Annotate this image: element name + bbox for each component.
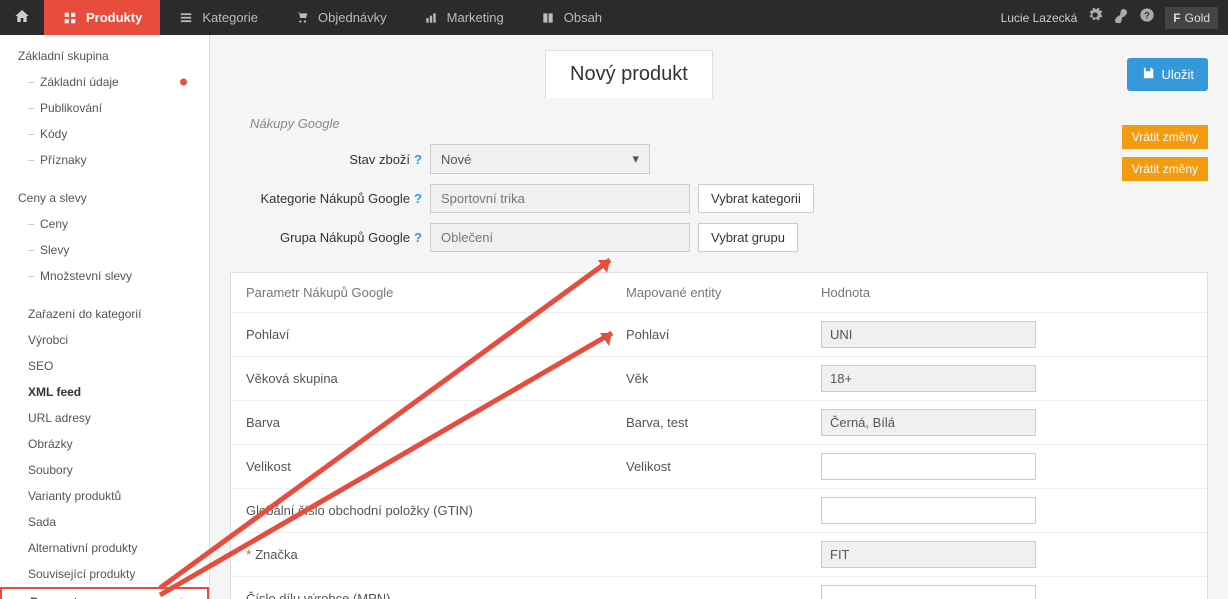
sidebar-item-url[interactable]: URL adresy xyxy=(0,405,209,431)
tab-label: Produkty xyxy=(86,10,142,25)
cart-icon xyxy=(294,10,310,26)
list-icon xyxy=(178,10,194,26)
table-row: *Značka xyxy=(231,533,1207,577)
sidebar: Základní skupina Základní údaje Publikov… xyxy=(0,35,210,599)
tab-label: Objednávky xyxy=(318,10,387,25)
param-value-input[interactable] xyxy=(821,321,1036,348)
sidebar-item-codes[interactable]: Kódy xyxy=(0,121,209,147)
sidebar-item-files[interactable]: Soubory xyxy=(0,457,209,483)
save-button[interactable]: Uložit xyxy=(1127,58,1208,91)
param-value-input[interactable] xyxy=(821,541,1036,568)
page-title: Nový produkt xyxy=(545,50,713,98)
sidebar-item-flags[interactable]: Příznaky xyxy=(0,147,209,173)
param-name: *Značka xyxy=(246,547,626,562)
gold-badge[interactable]: F Gold xyxy=(1165,7,1218,29)
sidebar-item-variants[interactable]: Varianty produktů xyxy=(0,483,209,509)
sidebar-item-categories[interactable]: Zařazení do kategorií xyxy=(0,301,209,327)
table-row: VelikostVelikost xyxy=(231,445,1207,489)
tab-label: Obsah xyxy=(564,10,602,25)
param-entity: Věk xyxy=(626,371,821,386)
top-navigation: Produkty Kategorie Objednávky Marketing … xyxy=(0,0,1228,35)
help-icon[interactable]: ? xyxy=(414,152,422,167)
param-entity: Barva, test xyxy=(626,415,821,430)
sidebar-item-manufacturers[interactable]: Výrobci xyxy=(0,327,209,353)
sidebar-item-alternative[interactable]: Alternativní produkty xyxy=(0,535,209,561)
main-content: Nový produkt Uložit Vrátit změny Vrátit … xyxy=(210,35,1228,599)
param-value-input[interactable] xyxy=(821,585,1036,599)
grid-icon xyxy=(62,10,78,26)
home-tab[interactable] xyxy=(0,0,44,35)
link-icon[interactable] xyxy=(1113,7,1129,28)
field-label: Kategorie Nákupů Google xyxy=(260,191,410,206)
params-table: Parametr Nákupů Google Mapované entity H… xyxy=(230,272,1208,599)
param-name: Globální číslo obchodní položky (GTIN) xyxy=(246,503,626,518)
sidebar-group-prices: Ceny a slevy xyxy=(0,185,209,211)
sidebar-item-qty-discounts[interactable]: Množstevní slevy xyxy=(0,263,209,289)
required-star-icon: * xyxy=(246,547,251,562)
param-entity: Pohlaví xyxy=(626,327,821,342)
svg-text:?: ? xyxy=(1144,10,1150,20)
sidebar-item-images[interactable]: Obrázky xyxy=(0,431,209,457)
sidebar-item-set[interactable]: Sada xyxy=(0,509,209,535)
user-name[interactable]: Lucie Lazecká xyxy=(1001,11,1078,25)
sidebar-item-related[interactable]: Související produkty xyxy=(0,561,209,587)
param-value-input[interactable] xyxy=(821,409,1036,436)
field-label: Grupa Nákupů Google xyxy=(280,230,410,245)
sidebar-item-seo[interactable]: SEO xyxy=(0,353,209,379)
f-icon: F xyxy=(1173,11,1180,25)
table-row: PohlavíPohlaví xyxy=(231,313,1207,357)
help-icon[interactable]: ? xyxy=(414,230,422,245)
dot-indicator-icon xyxy=(180,79,187,86)
col-header-param: Parametr Nákupů Google xyxy=(246,285,626,300)
book-icon xyxy=(540,10,556,26)
gear-icon[interactable] xyxy=(1087,7,1103,28)
param-entity: Velikost xyxy=(626,459,821,474)
orders-tab[interactable]: Objednávky xyxy=(276,0,405,35)
revert-button[interactable]: Vrátit změny xyxy=(1122,157,1208,181)
sidebar-item-publishing[interactable]: Publikování xyxy=(0,95,209,121)
category-field: Sportovní trika xyxy=(430,184,690,213)
home-icon xyxy=(14,8,30,27)
state-select[interactable]: Nové ▾ xyxy=(430,144,650,174)
products-tab[interactable]: Produkty xyxy=(44,0,160,35)
help-icon[interactable]: ? xyxy=(1139,7,1155,28)
field-label: Stav zboží xyxy=(349,152,410,167)
sidebar-item-basic-data[interactable]: Základní údaje xyxy=(0,69,209,95)
sidebar-item-parameters[interactable]: Parametry xyxy=(0,587,209,599)
chart-icon xyxy=(423,10,439,26)
param-name: Velikost xyxy=(246,459,626,474)
param-value-input[interactable] xyxy=(821,365,1036,392)
param-name: Pohlaví xyxy=(246,327,626,342)
param-name: Číslo dílu výrobce (MPN) xyxy=(246,591,626,599)
col-header-value: Hodnota xyxy=(821,285,1192,300)
table-row: Věková skupinaVěk xyxy=(231,357,1207,401)
param-name: Barva xyxy=(246,415,626,430)
table-row: Číslo dílu výrobce (MPN) xyxy=(231,577,1207,599)
sidebar-item-xml-feed[interactable]: XML feed xyxy=(0,379,209,405)
pick-group-button[interactable]: Vybrat grupu xyxy=(698,223,798,252)
tab-label: Marketing xyxy=(447,10,504,25)
chevron-down-icon: ▾ xyxy=(632,151,639,167)
table-row: BarvaBarva, test xyxy=(231,401,1207,445)
tab-label: Kategorie xyxy=(202,10,258,25)
col-header-entity: Mapované entity xyxy=(626,285,821,300)
help-icon[interactable]: ? xyxy=(414,191,422,206)
section-label: Nákupy Google xyxy=(230,108,1208,139)
sidebar-item-discounts[interactable]: Slevy xyxy=(0,237,209,263)
marketing-tab[interactable]: Marketing xyxy=(405,0,522,35)
save-icon xyxy=(1141,66,1155,83)
revert-button[interactable]: Vrátit změny xyxy=(1122,125,1208,149)
param-value-input[interactable] xyxy=(821,453,1036,480)
categories-tab[interactable]: Kategorie xyxy=(160,0,276,35)
sidebar-item-prices[interactable]: Ceny xyxy=(0,211,209,237)
table-row: Globální číslo obchodní položky (GTIN) xyxy=(231,489,1207,533)
pick-category-button[interactable]: Vybrat kategorii xyxy=(698,184,814,213)
content-tab[interactable]: Obsah xyxy=(522,0,620,35)
group-field: Oblečení xyxy=(430,223,690,252)
param-value-input[interactable] xyxy=(821,497,1036,524)
param-name: Věková skupina xyxy=(246,371,626,386)
sidebar-group-basic: Základní skupina xyxy=(0,43,209,69)
